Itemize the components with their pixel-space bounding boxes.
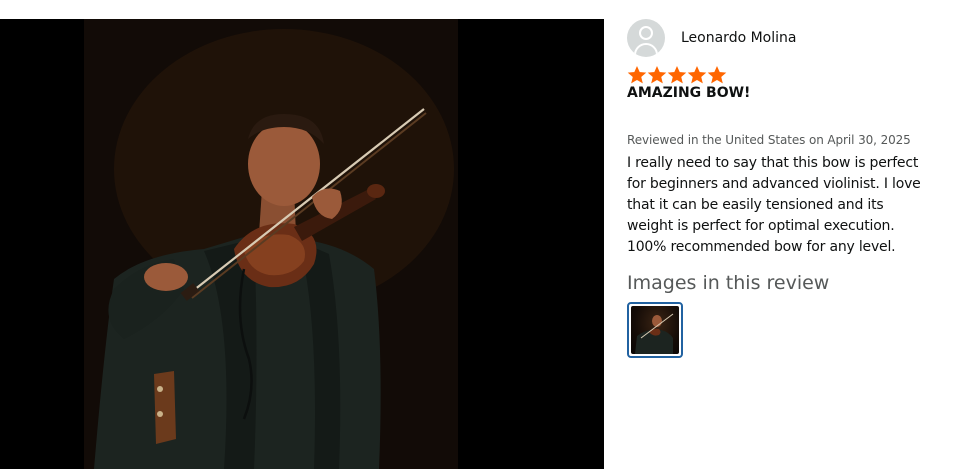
star-icon — [707, 66, 727, 84]
review-date-location: Reviewed in the United States on April 3… — [627, 133, 911, 147]
reviewer-name[interactable]: Leonardo Molina — [681, 30, 796, 46]
review-body: I really need to say that this bow is pe… — [627, 153, 972, 258]
review-body-line: I really need to say that this bow is pe… — [627, 155, 919, 171]
review-panel: Leonardo Molina AMAZING BOW! Reviewed in… — [627, 19, 972, 358]
review-image-viewer — [0, 19, 604, 469]
review-body-line: that it can be easily tensioned and its — [627, 197, 884, 213]
star-icon — [647, 66, 667, 84]
default-avatar-icon — [627, 19, 665, 57]
thumbnail-photo — [631, 306, 679, 354]
review-body-line: weight is perfect for optimal execution. — [627, 218, 895, 234]
star-rating — [627, 66, 972, 84]
review-body-line: 100% recommended bow for any level. — [627, 239, 896, 255]
star-icon — [667, 66, 687, 84]
reviewer-profile[interactable]: Leonardo Molina — [627, 19, 972, 57]
review-body-line: for beginners and advanced violinist. I … — [627, 176, 921, 192]
review-image-thumbnail[interactable] — [627, 302, 683, 358]
star-icon — [687, 66, 707, 84]
star-icon — [627, 66, 647, 84]
images-in-review-heading: Images in this review — [627, 272, 830, 294]
review-headline: AMAZING BOW! — [627, 85, 751, 101]
review-photo-violinist — [84, 19, 458, 469]
